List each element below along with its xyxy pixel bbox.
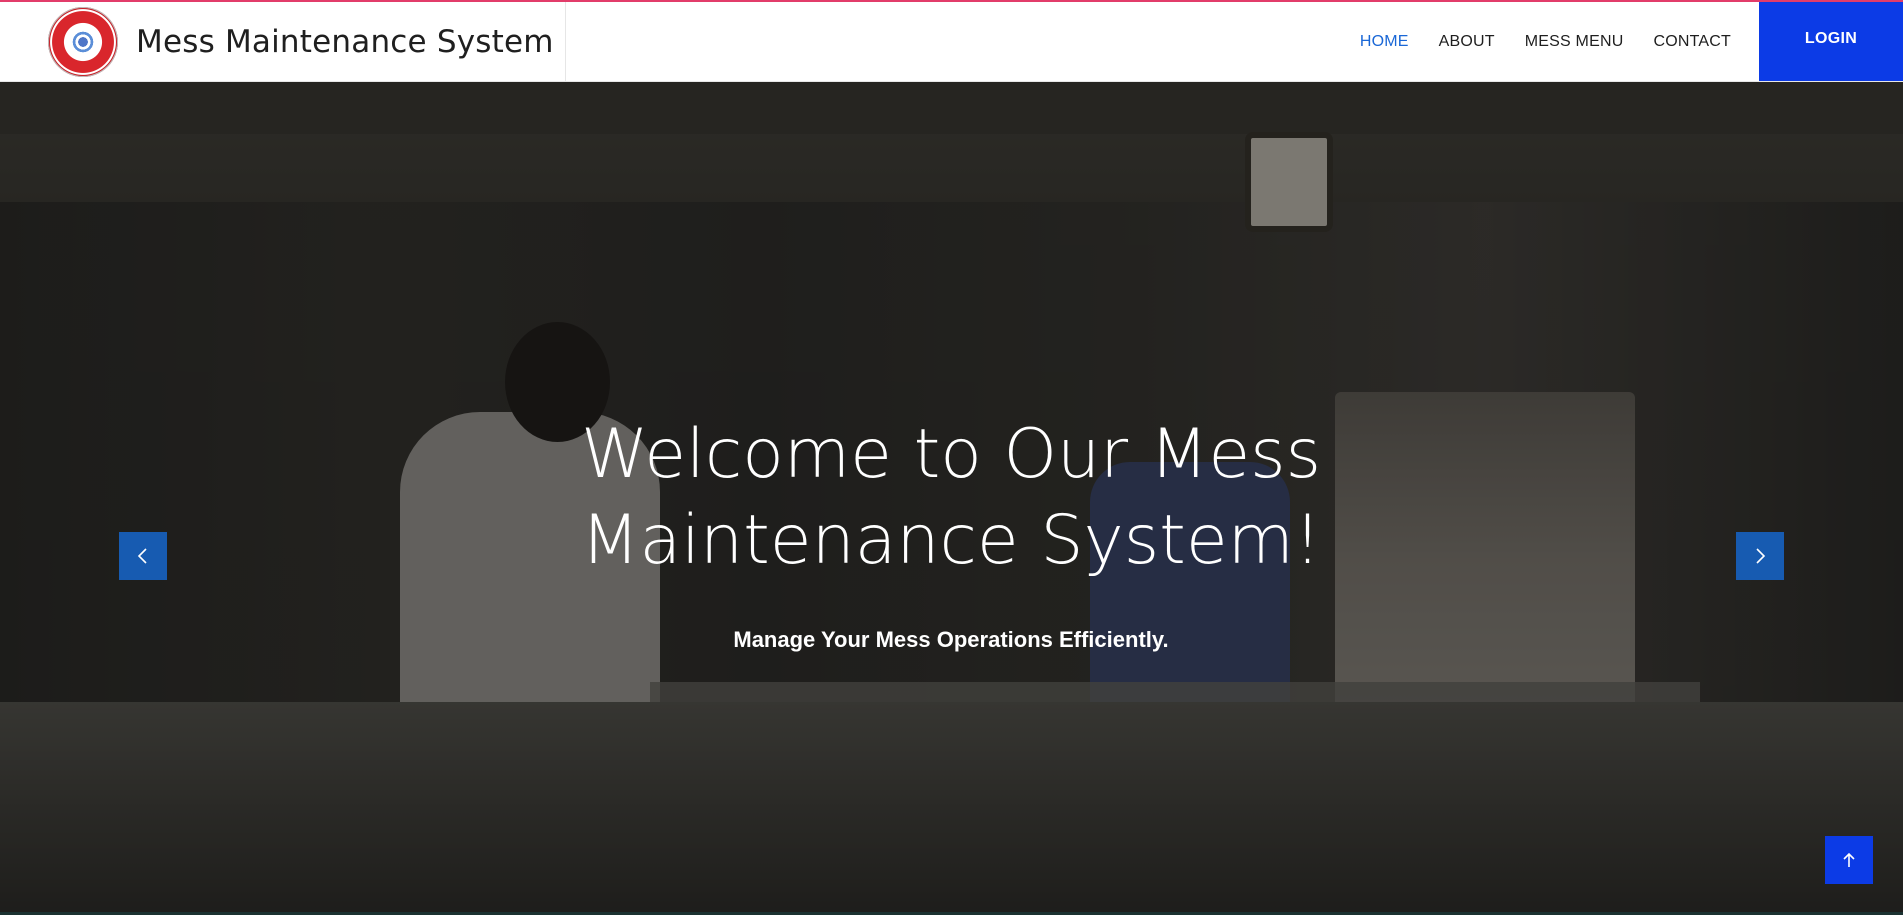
chevron-right-icon (1756, 548, 1766, 564)
institution-logo (48, 6, 118, 77)
hero-carousel: Welcome to Our Mess Maintenance System! … (0, 82, 1903, 915)
nav-contact[interactable]: CONTACT (1653, 33, 1731, 51)
carousel-prev-button[interactable] (119, 532, 167, 580)
back-to-top-button[interactable] (1825, 836, 1873, 884)
site-header: Mess Maintenance System HOME ABOUT MESS … (0, 2, 1903, 82)
nav-mess-menu[interactable]: MESS MENU (1525, 33, 1624, 51)
hero-title-line-2: Maintenance System! (580, 501, 1322, 580)
brand-title: Mess Maintenance System (136, 23, 554, 60)
chevron-left-icon (137, 548, 147, 564)
hero-title: Welcome to Our Mess Maintenance System! (551, 412, 1351, 584)
login-button[interactable]: LOGIN (1759, 2, 1903, 81)
nav-about[interactable]: ABOUT (1439, 33, 1495, 51)
hero-subtitle: Manage Your Mess Operations Efficiently. (733, 627, 1169, 652)
main-nav: HOME ABOUT MESS MENU CONTACT (566, 2, 1759, 81)
carousel-next-button[interactable] (1736, 532, 1784, 580)
arrow-up-icon (1843, 852, 1855, 867)
brand[interactable]: Mess Maintenance System (0, 2, 566, 81)
hero-title-line-1: Welcome to Our Mess (580, 415, 1322, 494)
nav-home[interactable]: HOME (1360, 33, 1409, 51)
